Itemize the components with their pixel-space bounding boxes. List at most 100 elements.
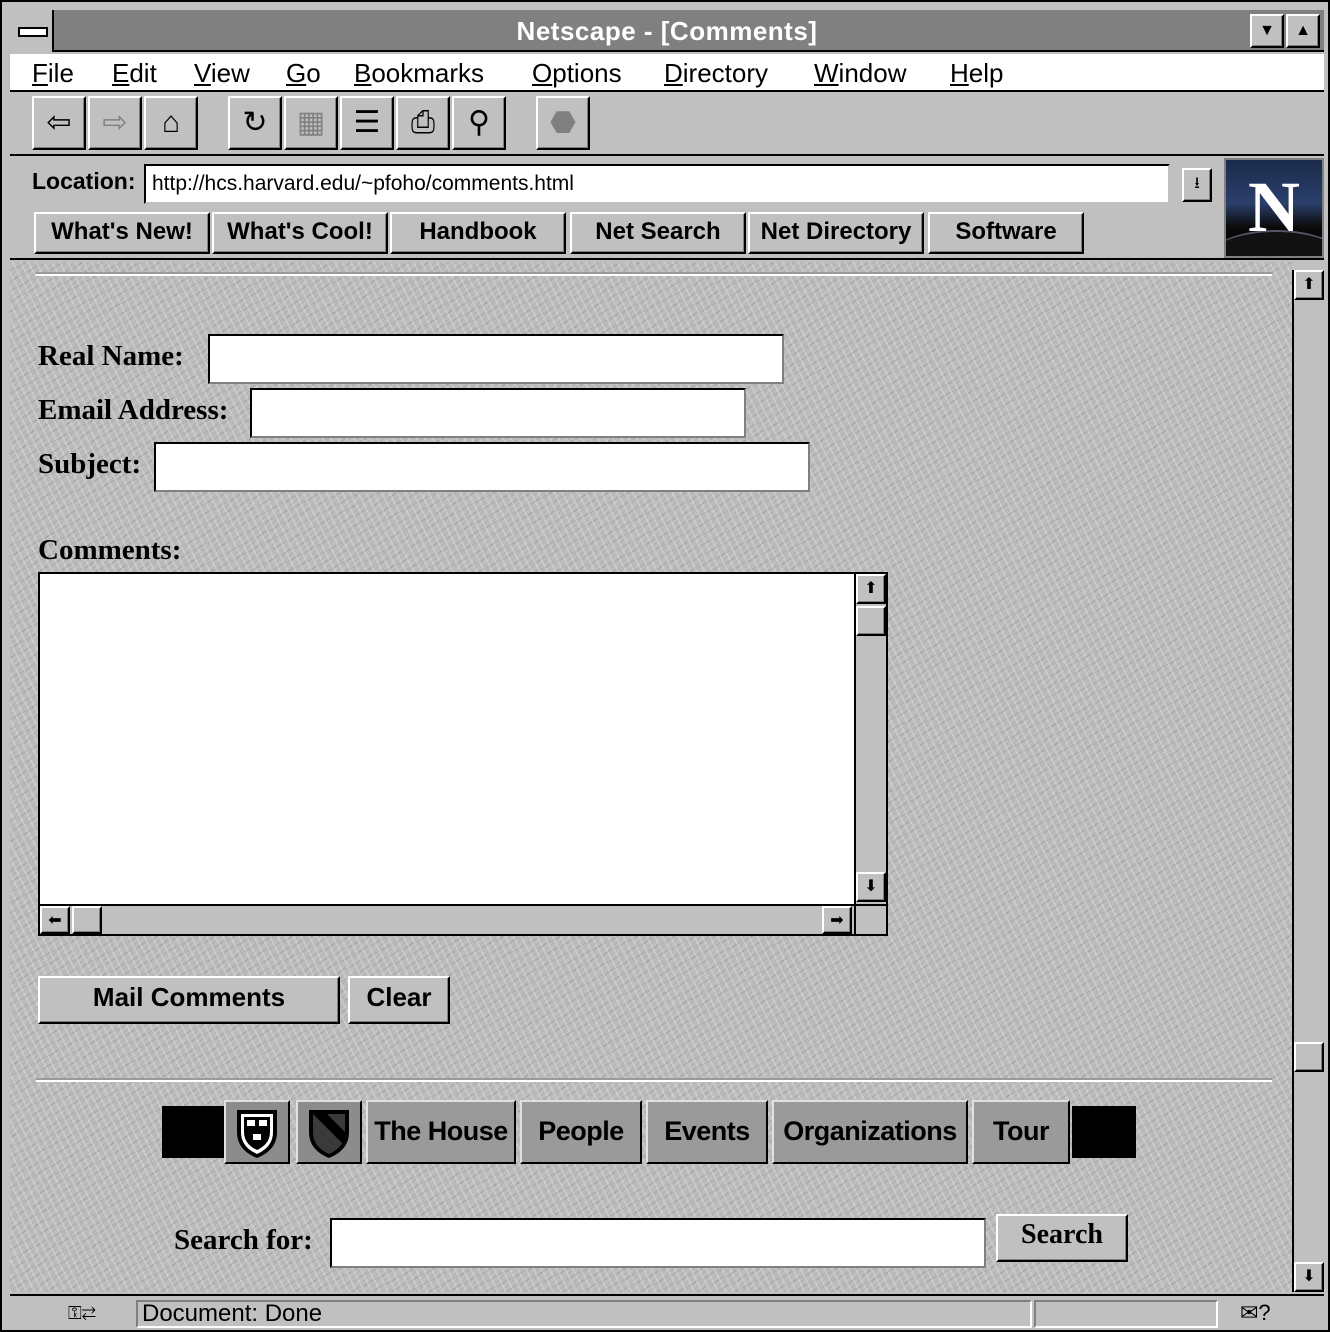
comments-label: Comments:	[38, 534, 182, 566]
menu-help[interactable]: Help	[950, 54, 1003, 92]
forward-button[interactable]: ⇨	[88, 96, 142, 150]
logo-n-glyph: N	[1248, 167, 1300, 247]
mail-comments-button[interactable]: Mail Comments	[38, 976, 340, 1024]
banner-right-block	[1072, 1106, 1136, 1158]
location-area: Location: ⭳ What's New! What's Cool! Han…	[10, 158, 1324, 260]
netscape-logo[interactable]: N	[1224, 158, 1324, 258]
scroll-left-button[interactable]: ⬅	[40, 906, 70, 934]
clear-button[interactable]: Clear	[348, 976, 450, 1024]
harvard-shield-button[interactable]	[224, 1100, 290, 1164]
minimize-button[interactable]: ▼	[1250, 14, 1284, 48]
window-title: Netscape - [Comments]	[516, 16, 818, 46]
reload-button[interactable]: ↻	[228, 96, 282, 150]
house-shield-button[interactable]	[296, 1100, 362, 1164]
images-button[interactable]: ▦	[284, 96, 338, 150]
comments-textarea[interactable]: ⬆ ⬇ ⬅ ➡	[38, 572, 888, 936]
page-vscroll[interactable]: ⬆ ⬇	[1292, 270, 1324, 1292]
search-for-label: Search for:	[174, 1224, 313, 1256]
title-bar[interactable]: Netscape - [Comments] ▼ ▲	[10, 10, 1324, 52]
menu-options-label: ptions	[552, 58, 622, 88]
net-directory-button[interactable]: Net Directory	[748, 212, 924, 254]
stop-button[interactable]: ⬣	[536, 96, 590, 150]
menu-view-key: V	[194, 58, 211, 88]
email-address-input[interactable]	[250, 388, 746, 438]
nav-the-house[interactable]: The House	[366, 1100, 516, 1164]
menu-options[interactable]: Options	[532, 54, 622, 92]
arrow-up-icon: ⬆	[1302, 276, 1316, 293]
print-icon: ⎙	[411, 106, 435, 139]
security-key-icon: ⚿⇄	[67, 1303, 97, 1323]
handbook-button[interactable]: Handbook	[390, 212, 566, 254]
harvard-shield-icon	[237, 1110, 277, 1158]
whats-new-button[interactable]: What's New!	[34, 212, 210, 254]
menu-go[interactable]: Go	[286, 54, 321, 92]
comments-vscroll-thumb[interactable]	[856, 606, 886, 636]
arrow-down-icon: ⬇	[1302, 1268, 1316, 1285]
mail-icon[interactable]: ✉?	[1240, 1300, 1300, 1328]
divider-top	[36, 272, 1272, 276]
comments-hscroll[interactable]: ⬅ ➡	[40, 904, 854, 934]
menu-directory-key: D	[664, 58, 683, 88]
menu-file-label: ile	[47, 58, 74, 88]
scroll-right-button[interactable]: ➡	[822, 906, 852, 934]
site-nav-banner: The House People Events Organizations To…	[162, 1100, 1138, 1166]
open-icon: ☰	[353, 106, 381, 139]
net-search-button[interactable]: Net Search	[570, 212, 746, 254]
nav-people[interactable]: People	[520, 1100, 642, 1164]
subject-label: Subject:	[38, 448, 142, 480]
menu-window[interactable]: Window	[814, 54, 906, 92]
house-shield-icon	[309, 1110, 349, 1158]
status-text: Document: Done	[136, 1300, 1032, 1328]
menu-bookmarks[interactable]: Bookmarks	[354, 54, 484, 92]
scroll-up-button[interactable]: ⬆	[856, 574, 886, 604]
maximize-icon: ▲	[1295, 22, 1311, 39]
back-button[interactable]: ⇦	[32, 96, 86, 150]
find-button[interactable]: ⚲	[452, 96, 506, 150]
comments-vscroll[interactable]: ⬆ ⬇	[854, 574, 886, 904]
reload-icon: ↻	[242, 106, 268, 139]
banner-left-block	[162, 1106, 224, 1158]
status-bar: ⚿⇄ Document: Done ✉?	[10, 1294, 1324, 1330]
open-button[interactable]: ☰	[340, 96, 394, 150]
menu-bookmarks-label: ookmarks	[371, 58, 485, 88]
nav-events[interactable]: Events	[646, 1100, 768, 1164]
subject-input[interactable]	[154, 442, 810, 492]
email-address-label: Email Address:	[38, 394, 229, 426]
home-icon: ⌂	[161, 106, 181, 139]
nav-organizations[interactable]: Organizations	[772, 1100, 968, 1164]
maximize-button[interactable]: ▲	[1286, 14, 1320, 48]
comments-hscroll-thumb[interactable]	[72, 906, 102, 934]
menu-help-key: H	[950, 58, 969, 88]
menu-file-key: F	[32, 58, 48, 88]
menu-help-label: elp	[968, 58, 1004, 88]
page-content: Real Name: Email Address: Subject: Comme…	[10, 262, 1292, 1292]
page-scroll-up-button[interactable]: ⬆	[1294, 270, 1324, 300]
search-input[interactable]	[330, 1218, 986, 1268]
location-dropdown-button[interactable]: ⭳	[1182, 168, 1212, 202]
dropdown-arrow-icon: ⭳	[1194, 175, 1200, 192]
arrow-down-icon: ⬇	[864, 878, 878, 895]
divider-bottom	[36, 1078, 1272, 1082]
comments-text[interactable]	[44, 578, 850, 900]
nav-tour[interactable]: Tour	[972, 1100, 1070, 1164]
page-scroll-down-button[interactable]: ⬇	[1294, 1262, 1324, 1292]
page-vscroll-thumb[interactable]	[1294, 1042, 1324, 1072]
menu-view[interactable]: View	[194, 54, 250, 92]
location-input[interactable]	[144, 164, 1170, 204]
real-name-input[interactable]	[208, 334, 784, 384]
system-menu-icon	[18, 27, 48, 37]
home-button[interactable]: ⌂	[144, 96, 198, 150]
whats-cool-button[interactable]: What's Cool!	[212, 212, 388, 254]
menu-edit[interactable]: Edit	[112, 54, 157, 92]
browser-window: Netscape - [Comments] ▼ ▲ File Edit View…	[0, 0, 1330, 1332]
menu-directory[interactable]: Directory	[664, 54, 768, 92]
menu-window-label: indow	[838, 58, 907, 88]
print-button[interactable]: ⎙	[396, 96, 450, 150]
menu-file[interactable]: File	[32, 54, 74, 92]
search-button[interactable]: Search	[996, 1214, 1128, 1262]
software-button[interactable]: Software	[928, 212, 1084, 254]
menu-edit-key: E	[112, 58, 130, 88]
system-menu-button[interactable]	[10, 10, 54, 52]
scroll-down-button[interactable]: ⬇	[856, 872, 886, 902]
stop-icon: ⬣	[549, 106, 577, 139]
